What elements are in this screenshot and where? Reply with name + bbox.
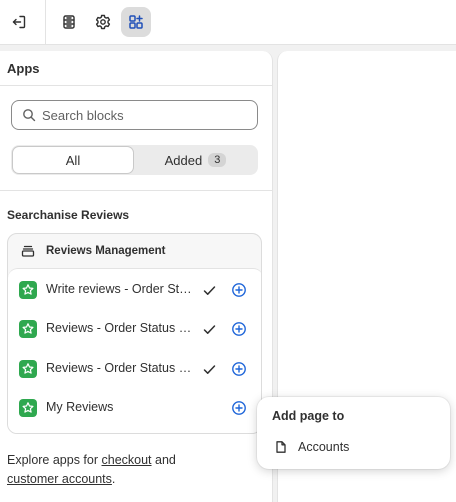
block-group: Reviews Management Write reviews - Order…	[7, 233, 262, 434]
block-item-label: Reviews - Order Status page	[46, 321, 192, 335]
filter-added-label: Added	[164, 152, 203, 168]
group-title: Reviews Management	[46, 245, 166, 257]
add-circle-icon[interactable]	[231, 282, 247, 298]
block-item-label: Reviews - Order Status page	[46, 361, 192, 375]
panel-title: Apps	[7, 61, 40, 76]
checkmark-icon	[203, 325, 216, 334]
gear-icon	[95, 14, 111, 30]
add-page-popover: Add page to Accounts	[257, 397, 450, 469]
settings-button[interactable]	[88, 7, 118, 37]
exit-icon	[12, 15, 26, 29]
checkmark-icon	[203, 365, 216, 374]
add-circle-icon[interactable]	[231, 321, 247, 337]
block-item[interactable]: Write reviews - Order Status	[8, 271, 261, 309]
sections-button[interactable]	[54, 7, 84, 37]
filter-segmented-control: All Added 3	[11, 145, 258, 175]
app-logo-icon	[19, 399, 37, 417]
apps-button[interactable]	[121, 7, 151, 37]
add-circle-icon[interactable]	[231, 400, 247, 416]
section-divider	[0, 190, 272, 191]
explore-apps-text: Explore apps for checkout and customer ac…	[7, 451, 267, 489]
apps-icon	[129, 15, 143, 29]
customer-accounts-link[interactable]: customer accounts	[7, 472, 112, 486]
apps-panel: Apps All Added 3 Searchanise Reviews Rev…	[0, 51, 273, 502]
popover-item-label: Accounts	[298, 440, 350, 454]
block-item[interactable]: My Reviews	[8, 389, 261, 427]
checkout-link[interactable]: checkout	[102, 453, 152, 467]
stack-icon	[21, 245, 35, 257]
app-section-title: Searchanise Reviews	[7, 208, 130, 222]
add-circle-icon[interactable]	[231, 361, 247, 377]
popover-title: Add page to	[272, 409, 345, 423]
exit-button[interactable]	[4, 7, 34, 37]
group-items: Write reviews - Order Status Reviews - O…	[8, 268, 261, 433]
filter-all-label: All	[65, 152, 81, 168]
block-item-label: Write reviews - Order Status	[46, 282, 192, 296]
search-field[interactable]	[11, 100, 258, 130]
app-logo-icon	[19, 281, 37, 299]
block-item[interactable]: Reviews - Order Status page	[8, 350, 261, 388]
popover-item-accounts[interactable]: Accounts	[267, 434, 440, 460]
app-logo-icon	[19, 320, 37, 338]
explore-suffix: .	[111, 472, 116, 486]
explore-prefix: Explore apps for	[7, 453, 102, 467]
panel-divider	[0, 85, 272, 86]
block-item-label: My Reviews	[46, 400, 114, 414]
block-item[interactable]: Reviews - Order Status page	[8, 310, 261, 348]
checkmark-icon	[203, 286, 216, 295]
group-header[interactable]: Reviews Management	[8, 234, 261, 268]
filter-added-tab[interactable]: Added 3	[135, 147, 256, 173]
page-icon	[276, 441, 286, 453]
explore-middle: and	[151, 453, 176, 467]
search-icon	[23, 109, 36, 122]
added-count-badge: 3	[208, 153, 227, 167]
sections-icon	[63, 15, 75, 29]
top-toolbar	[0, 0, 456, 45]
search-input[interactable]	[42, 107, 242, 123]
toolbar-divider	[45, 0, 46, 45]
app-logo-icon	[19, 360, 37, 378]
filter-all-tab[interactable]: All	[13, 147, 133, 173]
